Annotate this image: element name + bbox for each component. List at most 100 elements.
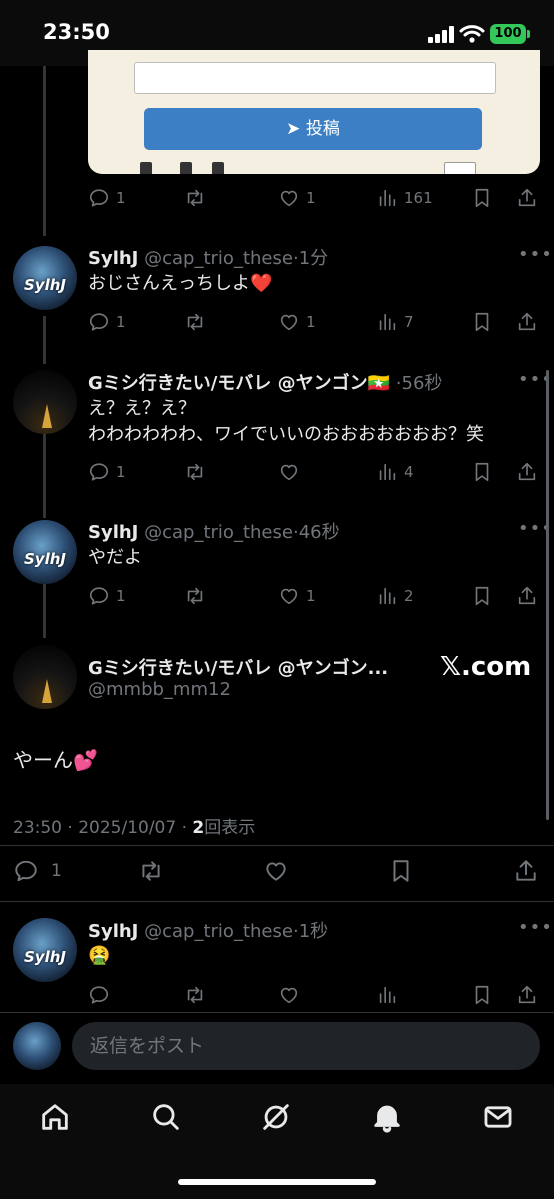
wifi-icon [459, 25, 485, 43]
avatar [13, 1022, 61, 1070]
retweet-icon [187, 587, 203, 605]
like-button[interactable] [278, 982, 300, 1008]
card-text-field [134, 62, 496, 94]
retweet-icon [187, 313, 203, 331]
heart-icon [280, 987, 298, 1004]
retweet-button[interactable] [184, 982, 206, 1008]
bookmark-button[interactable] [471, 185, 493, 211]
views-button[interactable]: 2 [376, 583, 414, 609]
brush-icon [180, 162, 192, 174]
bookmark-button[interactable] [471, 982, 493, 1008]
views-button[interactable] [376, 982, 398, 1008]
retweet-icon [142, 861, 160, 881]
notifications-icon[interactable] [370, 1100, 404, 1134]
focus-tweet-text: やーん💕 [13, 748, 98, 772]
search-icon[interactable] [149, 1100, 183, 1134]
bookmark-icon [475, 586, 489, 606]
image-icon [140, 162, 152, 174]
messages-icon[interactable] [481, 1100, 515, 1134]
views-button[interactable]: 161 [376, 185, 433, 211]
focus-tweet-meta: 23:50 · 2025/10/07 · 2回表示 [13, 818, 256, 838]
reply-icon [89, 587, 109, 605]
reply-icon [89, 986, 109, 1004]
views-button[interactable]: 7 [376, 309, 414, 335]
more-options-icon[interactable]: ••• [518, 244, 553, 265]
bookmark-button[interactable] [471, 583, 493, 609]
avatar[interactable]: SylhJ [13, 246, 77, 310]
bookmark-button[interactable] [388, 858, 414, 884]
tweet-actions: 1 4 [88, 459, 540, 485]
tweet-header: Gミシ行きたい/モバレ @ヤンゴン🇲🇲 ·56秒 [88, 373, 443, 394]
document-icon [212, 162, 224, 174]
heart-icon [280, 588, 298, 605]
reply-button[interactable]: 1 [88, 185, 126, 211]
tweet-actions: 1 1 2 [88, 583, 540, 609]
retweet-icon [187, 463, 203, 481]
retweet-button[interactable] [184, 309, 206, 335]
retweet-button[interactable] [184, 583, 206, 609]
home-indicator [178, 1179, 376, 1185]
media-card[interactable]: ➤ 投稿 [88, 50, 540, 174]
tweet-header: SylhJ @cap_trio_these·1秒 [88, 921, 329, 942]
bookmark-icon [475, 985, 489, 1005]
card-post-button: ➤ 投稿 [144, 108, 482, 150]
paper-plane-icon: ➤ [286, 119, 301, 139]
share-button[interactable] [516, 982, 538, 1008]
like-button[interactable] [278, 459, 300, 485]
avatar[interactable]: SylhJ [13, 918, 77, 982]
like-button[interactable]: 1 [278, 583, 316, 609]
tweet-header: SylhJ @cap_trio_these·1分 [88, 248, 329, 269]
reply-button[interactable] [88, 982, 110, 1008]
avatar[interactable] [13, 645, 77, 709]
focus-author-name[interactable]: Gミシ行きたい/モバレ @ヤンゴン... [88, 654, 388, 680]
like-button[interactable]: 1 [278, 309, 316, 335]
bookmark-button[interactable] [471, 459, 493, 485]
share-button[interactable] [516, 309, 538, 335]
reply-icon [15, 860, 37, 882]
tweet-header: SylhJ @cap_trio_these·46秒 [88, 522, 340, 543]
avatar[interactable]: SylhJ [13, 520, 77, 584]
retweet-button[interactable] [184, 185, 206, 211]
share-button[interactable] [516, 459, 538, 485]
reply-icon [89, 313, 109, 331]
views-button[interactable]: 4 [376, 459, 414, 485]
share-button[interactable] [513, 858, 539, 884]
bookmark-icon [475, 188, 489, 208]
tweet-text: おじさんえっちしよ❤️ [88, 273, 273, 294]
share-button[interactable] [516, 185, 538, 211]
share-icon [516, 860, 536, 881]
bookmark-button[interactable] [471, 309, 493, 335]
views-icon [379, 313, 396, 331]
like-button[interactable] [263, 858, 289, 884]
retweet-button[interactable] [184, 459, 206, 485]
reply-input[interactable]: 返信をポスト [72, 1022, 540, 1070]
share-button[interactable] [516, 583, 538, 609]
x-com-badge: 𝕏.com [440, 652, 532, 682]
focus-author-handle[interactable]: @mmbb_mm12 [88, 679, 231, 700]
battery-indicator: 100 [490, 24, 526, 44]
scrollbar[interactable] [546, 370, 549, 820]
tweet-text: 🤮 [88, 945, 111, 966]
share-icon [518, 985, 536, 1004]
tweet-text: え？え？え？ わわわわわわ、ワイでいいのおおおおおおお？笑 [88, 398, 484, 445]
heart-icon [280, 190, 298, 207]
home-icon[interactable] [38, 1100, 72, 1134]
reply-button[interactable]: 1 [88, 583, 126, 609]
like-button[interactable]: 1 [278, 185, 316, 211]
reply-composer: 返信をポスト [0, 1012, 554, 1085]
heart-icon [266, 862, 286, 881]
reply-button[interactable]: 1 [88, 309, 126, 335]
retweet-icon [187, 189, 203, 207]
heart-icon [280, 314, 298, 331]
retweet-button[interactable] [138, 858, 164, 884]
reply-button[interactable]: 1 [88, 459, 126, 485]
more-options-icon[interactable]: ••• [518, 917, 553, 938]
avatar[interactable] [13, 370, 77, 434]
views-icon [379, 986, 396, 1004]
retweet-icon [187, 986, 203, 1004]
grok-icon[interactable] [259, 1100, 293, 1134]
reply-button[interactable]: 1 [13, 858, 62, 884]
share-icon [518, 462, 536, 481]
status-time: 23:50 [43, 20, 110, 44]
reply-icon [89, 189, 109, 207]
